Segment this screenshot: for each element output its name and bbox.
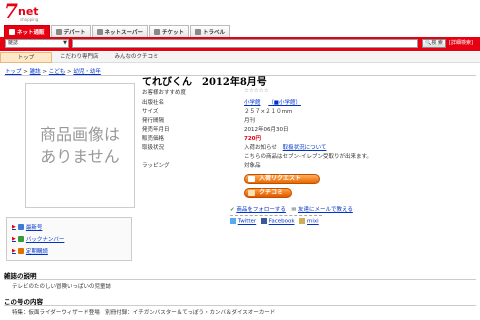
product-title: てれびくん 2012年8月号 <box>142 77 267 88</box>
size-value: ２５７×２１０mm <box>244 109 293 115</box>
facebook-link[interactable]: Facebook <box>269 219 295 225</box>
logo[interactable]: 7 net shopping <box>4 0 48 24</box>
issue-contents-text: 特集：仮面ライダーウィザード登場 別冊付録：イチガンバスター＆てっぽう・カンバ＆… <box>12 310 276 316</box>
divider <box>230 215 322 216</box>
review-button[interactable]: クチコミ <box>244 188 292 198</box>
mixi-icon <box>299 218 306 224</box>
subnav-specialty-stores[interactable]: こだわり専門店 <box>52 52 107 63</box>
tab-department[interactable]: デパート <box>50 25 91 37</box>
comment-icon <box>248 190 255 196</box>
publisher-imprint-link[interactable]: （■小学館） <box>268 100 301 106</box>
arrow-right-icon: ▶ <box>12 248 16 254</box>
follow-product-link[interactable]: 商品をフォローする <box>236 207 286 213</box>
frequency-value: 月刊 <box>244 118 256 124</box>
mixi-link[interactable]: mixi <box>307 219 319 225</box>
label-availability: 取扱状況 <box>142 145 165 151</box>
store-icon <box>55 28 62 35</box>
search-button[interactable]: 🔍検 索 <box>422 39 446 48</box>
label-recommendation: お客様おすすめ度 <box>142 90 187 96</box>
books-icon <box>17 236 24 242</box>
label-wrapping: ラッピング <box>142 163 170 169</box>
tab-net-super[interactable]: ネットスーパー <box>91 25 148 37</box>
divider <box>4 305 476 306</box>
service-tabs: ネット通販 デパート ネットスーパー チケット トラベル <box>4 25 231 37</box>
tab-ticket[interactable]: チケット <box>148 25 189 37</box>
latest-issue-link[interactable]: ▶ 最新号 <box>12 223 42 231</box>
facebook-icon <box>260 218 267 224</box>
magazine-description-text: テレビのたのしい冒険いっぱいの児童誌 <box>12 284 112 290</box>
seven-eleven-note: こちらの商品はセブン-イレブン受取りが出来ます。 <box>244 154 372 160</box>
breadcrumb: トップ > 雑誌 > こども > 幼児・幼年 <box>5 69 101 75</box>
sub-navigation: トップ こだわり専門店 みんなのクチコミ <box>0 52 480 63</box>
logo-shopping: shopping <box>20 17 39 22</box>
rating-stars: ☆☆☆☆☆ <box>244 88 269 94</box>
arrow-right-icon: ▶ <box>12 236 16 242</box>
category-select[interactable]: 雑誌 ▼ <box>5 39 69 48</box>
tab-net-shopping[interactable]: ネット通販 <box>4 25 50 37</box>
twitter-icon <box>230 218 236 224</box>
availability-info-link[interactable]: 取扱状況について <box>283 145 327 151</box>
price-value: 720円 <box>244 136 261 142</box>
twitter-link[interactable]: Twitter <box>238 219 256 225</box>
mail-icon <box>248 176 255 182</box>
plane-icon <box>195 28 201 35</box>
divider <box>4 279 476 280</box>
wrapping-value: 対象品 <box>244 163 261 169</box>
mail-icon: ✉ <box>291 207 297 213</box>
publisher-link[interactable]: 小学館 <box>244 100 261 106</box>
label-price: 販売価格 <box>142 136 165 142</box>
label-frequency: 発行間隔 <box>142 118 165 124</box>
tab-travel[interactable]: トラベル <box>190 25 231 37</box>
subnav-top[interactable]: トップ <box>0 52 52 63</box>
restock-request-button[interactable]: 入荷リクエスト <box>244 174 320 184</box>
follow-share-row: ✔ 商品をフォローする ✉ 友達にメールで教える <box>230 205 353 213</box>
availability-value: 入荷お知らせ <box>244 145 277 151</box>
check-icon: ✔ <box>230 207 235 213</box>
bag-icon <box>96 28 103 35</box>
label-release-date: 発売年月日 <box>142 127 170 133</box>
arrow-right-icon: ▶ <box>12 224 16 230</box>
cart-icon <box>9 28 15 35</box>
book-icon <box>17 224 24 230</box>
label-publisher: 出版社名 <box>142 100 165 106</box>
chevron-down-icon: ▼ <box>63 40 67 46</box>
search-input[interactable] <box>72 39 418 48</box>
release-date-value: 2012年06月30日 <box>244 127 289 133</box>
label-size: サイズ <box>142 109 159 115</box>
advanced-search-link[interactable]: [詳細検索] <box>449 40 473 47</box>
subscription-link[interactable]: ▶ 定期購読 <box>12 247 48 255</box>
ticket-icon <box>153 28 160 35</box>
logo-seven: 7 <box>4 0 18 23</box>
back-number-link[interactable]: ▶ バックナンバー <box>12 235 64 243</box>
email-friend-link[interactable]: 友達にメールで教える <box>298 207 353 213</box>
calendar-icon <box>17 248 24 254</box>
social-links: Twitter Facebook mixi <box>230 218 319 225</box>
subnav-reviews[interactable]: みんなのクチコミ <box>107 52 167 63</box>
product-image-placeholder: 商品画像はありません <box>25 83 135 208</box>
